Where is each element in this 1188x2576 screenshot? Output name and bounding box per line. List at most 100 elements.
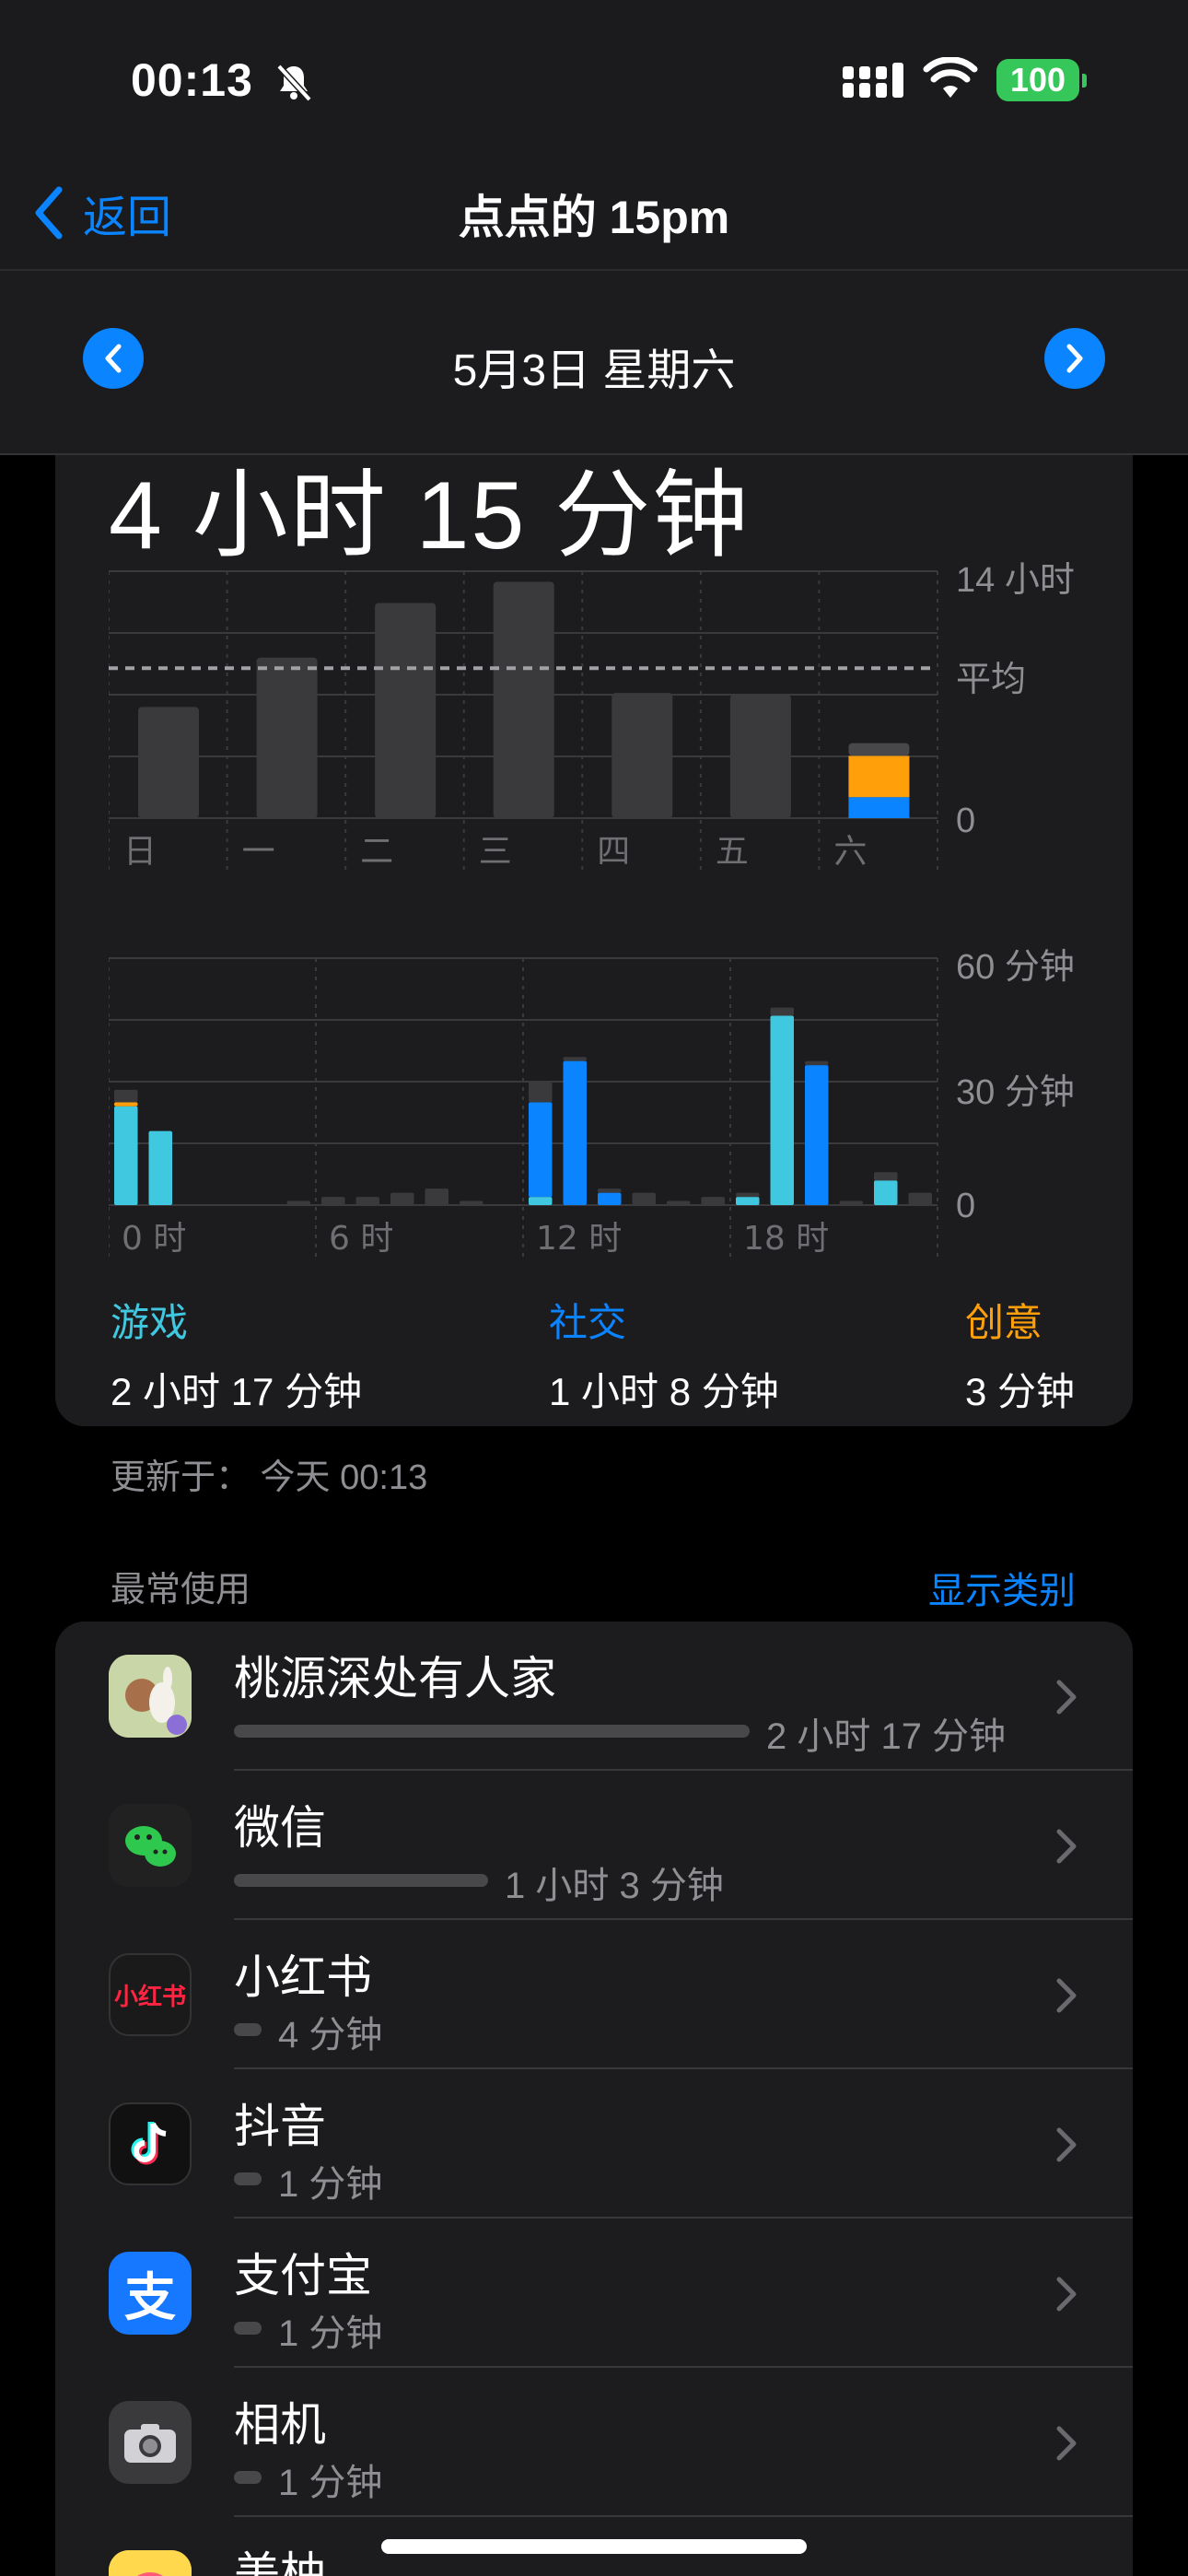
hour-bar-other	[321, 1197, 345, 1205]
battery-indicator: 100	[996, 59, 1079, 101]
xiaohongshu-icon: 小红书	[109, 1953, 192, 2036]
peach-garden-icon	[109, 1655, 192, 1738]
status-time: 00:13	[131, 54, 253, 106]
cellular-signal-icon	[843, 63, 903, 98]
week-day-label: 一	[242, 833, 275, 871]
hour-bar-games	[736, 1197, 760, 1205]
week-day-label: 二	[360, 833, 393, 871]
usage-bar	[234, 2322, 262, 2335]
usage-bar	[234, 2471, 262, 2484]
week-bar-日	[138, 707, 199, 818]
last-updated: 更新于： 今天 00:13	[111, 1458, 428, 1497]
category-time: 2 小时 17 分钟	[111, 1370, 363, 1413]
hour-bar-other	[736, 1192, 760, 1198]
hour-bar-other	[390, 1192, 414, 1205]
hour-bar-other	[667, 1200, 691, 1205]
category-name: 游戏	[111, 1301, 189, 1344]
chevron-right-icon	[1056, 2426, 1077, 2461]
wifi-icon	[923, 57, 978, 98]
week-day-label: 三	[479, 833, 512, 871]
app-row-alipay[interactable]: 支 支付宝 1 分钟	[55, 2219, 1133, 2368]
category-creativity: 创意 3 分钟	[965, 1292, 1075, 1417]
category-social: 社交 1 小时 8 分钟	[549, 1292, 779, 1417]
hour-bar-games	[770, 1015, 794, 1205]
app-duration: 2 小时 17 分钟	[766, 1716, 1007, 1757]
hour-bar-other	[460, 1200, 483, 1205]
chevron-right-icon	[1056, 1829, 1077, 1864]
hour-bar-other	[874, 1172, 898, 1181]
app-row-douyin[interactable]: 抖音 1 分钟	[55, 2069, 1133, 2219]
alipay-logo-text: 支	[124, 2267, 176, 2326]
date-label: 5月3日 星期六	[452, 346, 736, 395]
app-duration: 1 分钟	[278, 2463, 383, 2503]
app-row-camera[interactable]: 相机 1 分钟	[55, 2368, 1133, 2517]
category-totals: 游戏 2 小时 17 分钟 社交 1 小时 8 分钟 创意 3 分钟	[111, 1292, 1077, 1413]
app-name: 桃源深处有人家	[234, 1653, 556, 1704]
hour-bar-other	[114, 1089, 138, 1103]
hour-bar-other	[908, 1192, 932, 1205]
app-row-peach-garden[interactable]: 桃源深处有人家 2 小时 17 分钟	[55, 1622, 1133, 1771]
hour-bar-social	[805, 1065, 829, 1205]
chevron-right-icon	[1056, 1680, 1077, 1715]
week-bar-二	[375, 603, 437, 818]
app-duration: 1 分钟	[278, 2313, 383, 2354]
hourly-usage-chart[interactable]: 0 时 6 时 12 时 18 时	[109, 954, 956, 1268]
hour-bar-other	[805, 1060, 829, 1066]
douyin-icon	[109, 2102, 192, 2185]
hour-axis-60-label: 60 分钟	[956, 948, 1075, 987]
week-bar-三	[493, 581, 554, 818]
page-title: 点点的 15pm	[458, 192, 730, 243]
bell-slash-icon	[276, 64, 312, 102]
chevron-right-icon	[1056, 2127, 1077, 2162]
week-day-label: 五	[716, 833, 749, 871]
app-row-wechat[interactable]: 微信 1 小时 3 分钟	[55, 1771, 1133, 1920]
week-average-label: 平均	[956, 661, 1027, 699]
app-name: 小红书	[234, 1951, 372, 2003]
week-axis-max-label: 14 小时	[956, 561, 1075, 600]
hour-bar-other	[770, 1007, 794, 1016]
app-duration: 1 小时 3 分钟	[505, 1866, 724, 1906]
usage-bar	[234, 2023, 262, 2036]
week-bar-segment-other	[848, 743, 910, 756]
hour-bar-social	[529, 1102, 553, 1198]
category-name: 创意	[965, 1301, 1043, 1344]
app-duration: 4 分钟	[278, 2015, 383, 2055]
weekly-usage-chart[interactable]: 日一二三四五六	[109, 568, 956, 881]
week-day-label: 六	[833, 833, 867, 871]
hour-bar-games	[529, 1197, 553, 1205]
date-selector: 5月3日 星期六	[0, 271, 1188, 453]
week-bar-segment-creativity	[848, 755, 910, 798]
week-bar-一	[256, 657, 318, 818]
hour-axis-label: 0 时	[122, 1220, 186, 1258]
hour-axis-label: 12 时	[536, 1220, 622, 1258]
hour-bar-other	[529, 1082, 553, 1103]
week-bar-五	[729, 695, 791, 818]
app-name: 微信	[234, 1802, 326, 1854]
show-categories-button[interactable]: 显示类别	[928, 1561, 1076, 1614]
hour-bar-social	[563, 1060, 587, 1205]
hour-bar-games	[874, 1180, 898, 1205]
chevron-right-icon	[1066, 344, 1083, 373]
hour-bar-other	[598, 1188, 622, 1193]
category-games: 游戏 2 小时 17 分钟	[111, 1292, 362, 1417]
app-row-xiaohongshu[interactable]: 小红书 小红书 4 分钟	[55, 1920, 1133, 2069]
week-day-label: 日	[123, 833, 157, 871]
chevron-right-icon	[1056, 2277, 1077, 2312]
total-screen-time: 4 小时 15 分钟	[109, 463, 751, 569]
hour-axis-label: 6 时	[329, 1220, 393, 1258]
category-time: 1 小时 8 分钟	[549, 1370, 779, 1413]
hour-bar-other	[286, 1200, 310, 1205]
meiyou-icon	[109, 2550, 192, 2576]
hour-bar-creativity	[114, 1102, 138, 1107]
category-name: 社交	[549, 1301, 627, 1344]
hour-bar-other	[839, 1200, 863, 1205]
app-name: 相机	[234, 2399, 326, 2451]
battery-tip	[1082, 74, 1087, 88]
usage-bar	[234, 1725, 750, 1738]
week-axis-zero-label: 0	[956, 802, 976, 840]
hour-bar-other	[701, 1197, 725, 1205]
home-indicator[interactable]	[381, 2539, 807, 2554]
next-day-button[interactable]	[1044, 328, 1105, 389]
camera-icon	[109, 2401, 192, 2484]
app-name: 支付宝	[234, 2250, 372, 2301]
